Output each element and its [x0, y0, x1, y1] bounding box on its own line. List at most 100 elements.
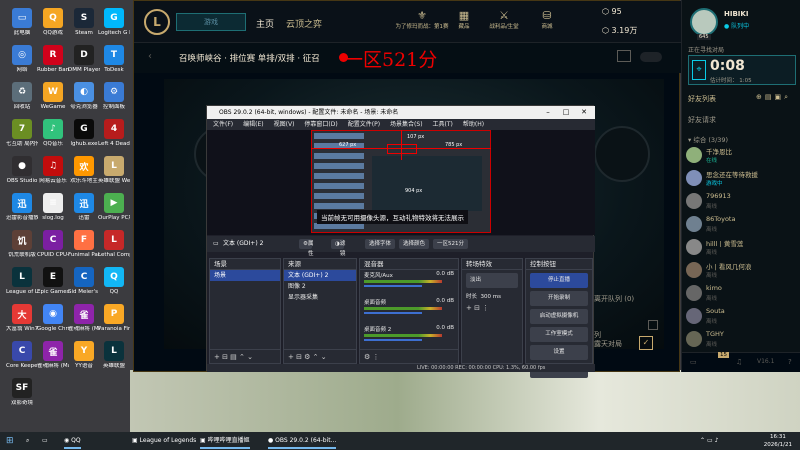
desktop-icon[interactable]: C Core Keeper 饥... — [6, 341, 38, 369]
desktop-icon[interactable]: L 英雄联盟 — [98, 341, 130, 369]
desktop-icon[interactable]: 大大富翁 Win7/Win — [6, 304, 38, 332]
chat-icon[interactable] — [617, 50, 631, 62]
chat-bubble-icon[interactable]: ▭ — [690, 358, 697, 366]
scenes-footer[interactable]: + ⊟ ▤ ⌃ ⌄ — [210, 349, 280, 363]
desktop-icon[interactable]: C CPUID CPU-Z — [37, 230, 69, 258]
desktop-icon[interactable]: W WeGame — [37, 82, 69, 110]
toggle[interactable] — [640, 52, 662, 62]
desktop-icon[interactable]: Q QQ — [98, 267, 130, 295]
transition-tools[interactable]: + ⊟ ⋮ — [466, 304, 518, 312]
tab-collection[interactable]: ▦ 藏品 — [444, 9, 484, 30]
friend-item[interactable]: hilll丨黄雪莲 离线 — [686, 237, 798, 259]
desktop-icon[interactable]: 欢欢乐斗地主 — [68, 156, 100, 184]
nav-tft[interactable]: 云顶之弈 — [286, 17, 322, 30]
desktop-icon[interactable]: ◉ Google Chrome — [37, 304, 69, 332]
task-lol[interactable]: ▣ League of Legends — [132, 435, 196, 447]
font-button[interactable]: 选择字体 — [365, 239, 396, 249]
source-item[interactable]: 显示器采集 — [284, 292, 356, 303]
desktop-icon[interactable]: C Sid Meier's Civilizatio — [68, 267, 100, 295]
desktop-icon[interactable]: Glghub.exe — [68, 119, 100, 147]
menu-item[interactable]: 配置文件(P) — [348, 121, 380, 128]
desktop-icon[interactable]: R Rubber Bandits — [37, 45, 69, 73]
desktop-icon[interactable]: ♪ QQ音乐 — [37, 119, 69, 147]
desktop-icon[interactable]: ◎ 网络 — [6, 45, 38, 73]
friend-item[interactable]: 千净恩比 在线 — [686, 145, 798, 167]
friend-item[interactable]: kimo 离线 — [686, 283, 798, 305]
nav-home[interactable]: 主页 — [256, 17, 274, 30]
friend-item[interactable]: 796913 离线 — [686, 191, 798, 213]
desktop-icon[interactable]: ● OBS Studio — [6, 156, 38, 184]
leave-queue[interactable]: 离开队列 (0) — [594, 294, 634, 304]
filters-button[interactable]: ◑ 滤镜 — [331, 239, 345, 257]
desktop-icon[interactable]: D DMM Player v2 — [68, 45, 100, 73]
desktop-icon[interactable]: SF 双影奇境 — [6, 378, 38, 406]
play-button[interactable]: 游戏 — [176, 13, 246, 31]
source-item[interactable]: 文本 (GDI+) 2 — [284, 270, 356, 281]
clock[interactable]: 16:31 2026/1/21 — [764, 433, 792, 449]
desktop-icon[interactable]: Y YY语音 — [68, 341, 100, 369]
desktop-icon[interactable]: ⚙ 控制面板 — [98, 82, 130, 110]
desktop-icon[interactable]: 雀雀魂麻将 (Mahjong... — [68, 304, 100, 332]
maximize-icon[interactable]: □ — [557, 106, 575, 119]
mixer-track[interactable]: 桌面音频 0.0 dB — [360, 297, 458, 324]
properties-button[interactable]: ⚙ 属性 — [299, 239, 313, 257]
desktop-icon[interactable]: ♻ 回收站 — [6, 82, 38, 110]
transition-select[interactable]: 淡出 — [466, 273, 518, 288]
desktop-icon[interactable]: ▭ 此电脑 — [6, 8, 38, 36]
menu-item[interactable]: 帮助(H) — [463, 121, 484, 128]
desktop-icon[interactable]: 迅迅雷影音播放器 — [6, 193, 38, 221]
rank-badge[interactable]: ⚜ 为了修玛而战：第1赛 — [392, 9, 452, 30]
desktop-icon[interactable]: L Lethal Company — [98, 230, 130, 258]
tab-shop[interactable]: ⛁ 商城 — [527, 9, 567, 30]
task-qq[interactable]: ◉ QQ — [64, 435, 81, 449]
desktop-icon[interactable]: F Funimal Party — [68, 230, 100, 258]
tray-icons[interactable]: ⌃▭♪ — [700, 435, 721, 447]
mixer-footer[interactable]: ⚙ ⋮ — [360, 349, 458, 363]
task-obs[interactable]: ● OBS 29.0.2 (64-bit... — [268, 435, 337, 449]
mixer-track[interactable]: 麦克风/Aux 0.0 dB — [360, 270, 458, 297]
check-icon[interactable]: ✓ — [639, 336, 653, 350]
desktop-icon[interactable]: 7 七互助 局内传送_ZERO — [6, 119, 38, 147]
friend-requests[interactable]: 好友请求 — [688, 115, 716, 125]
obs-preview[interactable]: 627 px 107 px 785 px 904 px 当前帧无可用摄像头源，互… — [207, 130, 595, 235]
menu-item[interactable]: 视图(V) — [274, 121, 295, 128]
desktop-icon[interactable]: ▶ OurPlay PC版 — [98, 193, 130, 221]
desktop-icon[interactable]: ◐ 夸克浏览器 — [68, 82, 100, 110]
source-item[interactable]: 图像 2 — [284, 281, 356, 292]
friend-item[interactable]: 86Toyota 离线 — [686, 214, 798, 236]
desktop-icon[interactable]: L 英雄联盟 WeGame版 — [98, 156, 130, 184]
desktop-icon[interactable]: 迅迅雷 — [68, 193, 100, 221]
desktop-icon[interactable]: 雀雀魂麻将 (Mahjong... — [37, 341, 69, 369]
desktop-icon[interactable]: L League of Legends — [6, 267, 38, 295]
menu-item[interactable]: 文件(F) — [213, 121, 233, 128]
party-slot[interactable] — [594, 126, 650, 182]
scene-item[interactable]: 场景 — [210, 270, 280, 281]
duration-row[interactable]: 时长 300 ms — [466, 292, 518, 300]
friend-tools[interactable]: ⊕▤▣⌕ — [756, 93, 791, 102]
expand-icon[interactable] — [648, 320, 658, 330]
settings-button[interactable]: 设置 — [530, 345, 588, 360]
friend-item[interactable]: TGHY 离线 — [686, 329, 798, 351]
menu-item[interactable]: 编辑(E) — [243, 121, 263, 128]
mixer-track[interactable]: 桌面音频 2 0.0 dB — [360, 324, 458, 351]
desktop-icon[interactable]: ♫ 网易云音乐 — [37, 156, 69, 184]
desktop-icon[interactable]: 饥饥荒联机版 — [6, 230, 38, 258]
sources-footer[interactable]: + ⊟ ⚙ ⌃ ⌄ — [284, 349, 356, 363]
color-button[interactable]: 选择颜色 — [399, 239, 430, 249]
friend-item[interactable]: 小 | 看风几何浪 离线 — [686, 260, 798, 282]
menu-item[interactable]: 停靠窗口(D) — [304, 121, 337, 128]
close-icon[interactable]: ✕ — [575, 106, 593, 119]
studio-mode-button[interactable]: 工作室模式 — [530, 327, 588, 342]
help-icon[interactable]: ? — [788, 358, 792, 366]
tab-record[interactable]: ⚔ 战利品/生堂 — [484, 9, 524, 30]
desktop-icon[interactable]: E Epic Games Launcher — [37, 267, 69, 295]
search-icon[interactable]: ⌕ — [26, 435, 29, 447]
desktop-icon[interactable]: ≡ slog.log — [37, 193, 69, 221]
back-arrow-icon[interactable]: ‹ — [148, 51, 152, 62]
minimize-icon[interactable]: – — [539, 106, 557, 119]
desktop-icon[interactable]: S Steam — [68, 8, 100, 36]
avatar[interactable] — [690, 8, 718, 36]
desktop-icon[interactable]: Q QQ游戏 — [37, 8, 69, 36]
virtual-camera-button[interactable]: 启动虚拟摄像机 — [530, 309, 588, 324]
desktop-icon[interactable]: 4 Left 4 Dead 2 — [98, 119, 130, 147]
